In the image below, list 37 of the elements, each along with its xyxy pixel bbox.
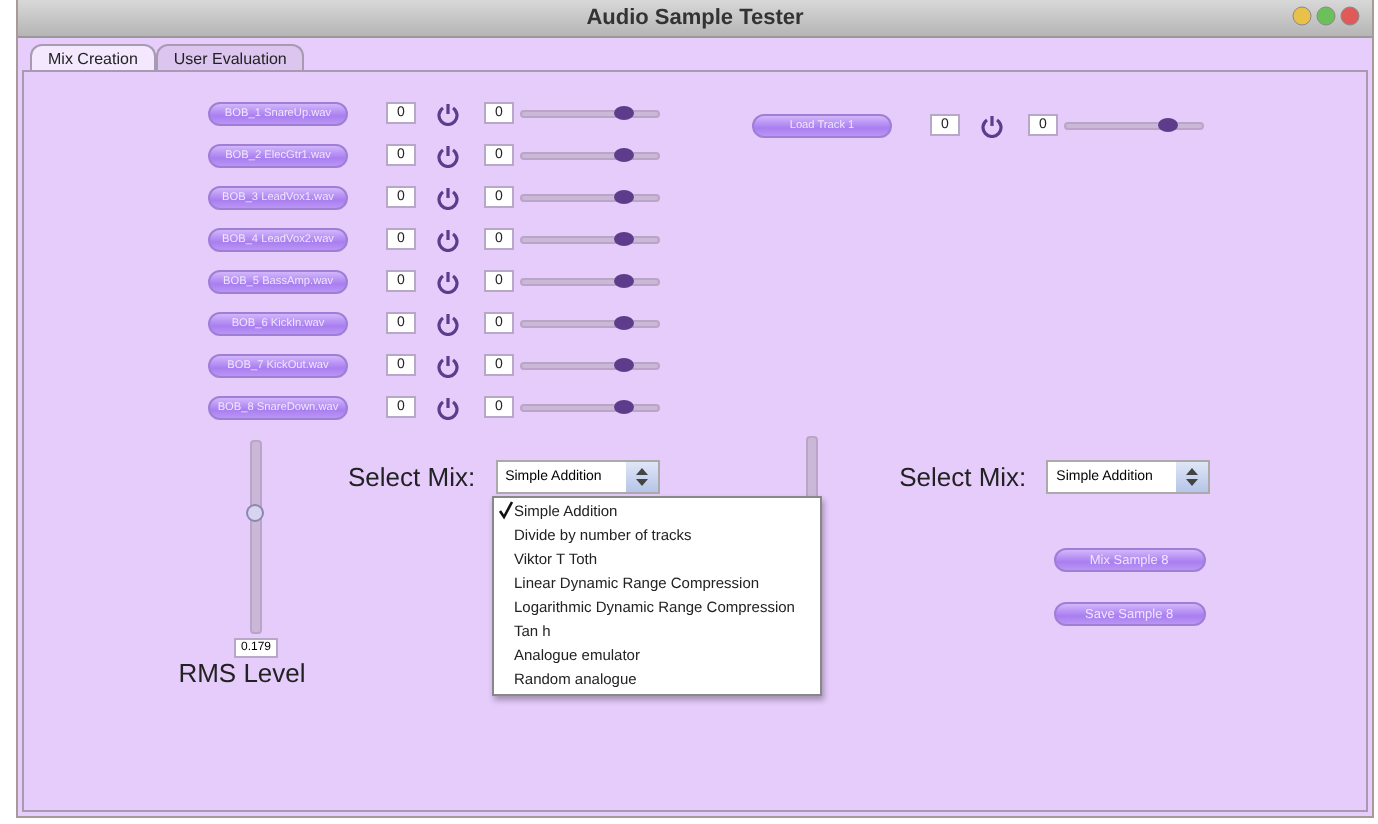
select-mix-label: Select Mix: <box>899 460 1027 492</box>
select-mix-label: Select Mix: <box>348 460 476 492</box>
rms-slider-track[interactable] <box>250 440 262 634</box>
knob-icon[interactable] <box>436 269 460 293</box>
slider-track[interactable] <box>520 151 660 159</box>
slider-track[interactable] <box>520 235 660 243</box>
slider-thumb[interactable] <box>614 231 634 245</box>
tab[interactable]: User Evaluation <box>155 44 305 70</box>
updown-icon <box>635 468 648 486</box>
knob-icon[interactable] <box>436 143 460 167</box>
knob-icon[interactable] <box>436 185 460 209</box>
slider-track[interactable] <box>520 319 660 327</box>
slider-thumb[interactable] <box>614 357 634 371</box>
tab[interactable]: Mix Creation <box>30 44 156 70</box>
slider-thumb[interactable] <box>614 189 634 203</box>
slider-thumb[interactable] <box>246 504 264 523</box>
slider-thumb[interactable] <box>614 399 634 413</box>
slider-track[interactable] <box>1064 121 1204 129</box>
knob-icon[interactable] <box>436 101 460 125</box>
slider-thumb[interactable] <box>614 105 634 119</box>
rms-label: RMS Level <box>178 658 306 688</box>
window-title: Audio Sample Tester <box>586 6 804 30</box>
slider-track[interactable] <box>520 277 660 285</box>
knob-icon[interactable] <box>436 395 460 419</box>
slider-thumb[interactable] <box>614 147 634 161</box>
slider-track[interactable] <box>520 403 660 411</box>
slider-thumb[interactable] <box>614 273 634 287</box>
updown-icon <box>1186 468 1199 486</box>
knob-icon[interactable] <box>436 227 460 251</box>
knob-icon[interactable] <box>980 113 1004 137</box>
knob-icon[interactable] <box>436 311 460 335</box>
knob-icon[interactable] <box>436 353 460 377</box>
slider-thumb[interactable] <box>1158 117 1178 131</box>
slider-track[interactable] <box>520 193 660 201</box>
slider-track[interactable] <box>520 361 660 369</box>
slider-track[interactable] <box>520 109 660 117</box>
slider-thumb[interactable] <box>614 315 634 329</box>
